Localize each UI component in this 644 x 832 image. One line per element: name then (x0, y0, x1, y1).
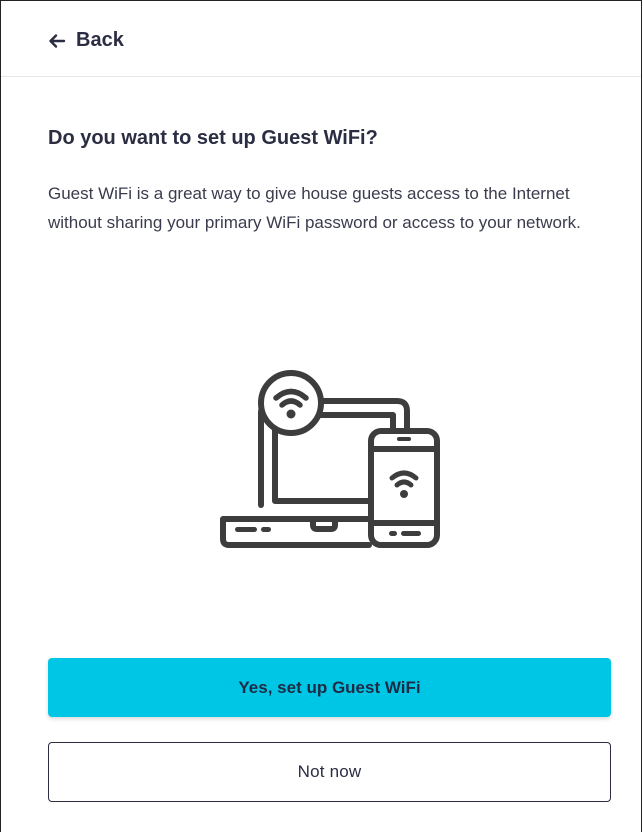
not-now-label: Not now (297, 762, 362, 781)
guest-wifi-panel: Back Do you want to set up Guest WiFi? G… (0, 0, 642, 832)
laptop-phone-wifi-icon (220, 370, 440, 548)
page-description: Guest WiFi is a great way to give house … (48, 184, 581, 232)
not-now-button[interactable]: Not now (48, 742, 611, 802)
setup-guest-wifi-label: Yes, set up Guest WiFi (238, 677, 421, 697)
header: Back (1, 1, 641, 77)
arrow-left-icon (49, 33, 66, 48)
back-label: Back (76, 29, 124, 51)
back-button[interactable]: Back (47, 29, 124, 52)
page-title: Do you want to set up Guest WiFi? (48, 127, 378, 149)
setup-guest-wifi-button[interactable]: Yes, set up Guest WiFi (48, 658, 611, 717)
